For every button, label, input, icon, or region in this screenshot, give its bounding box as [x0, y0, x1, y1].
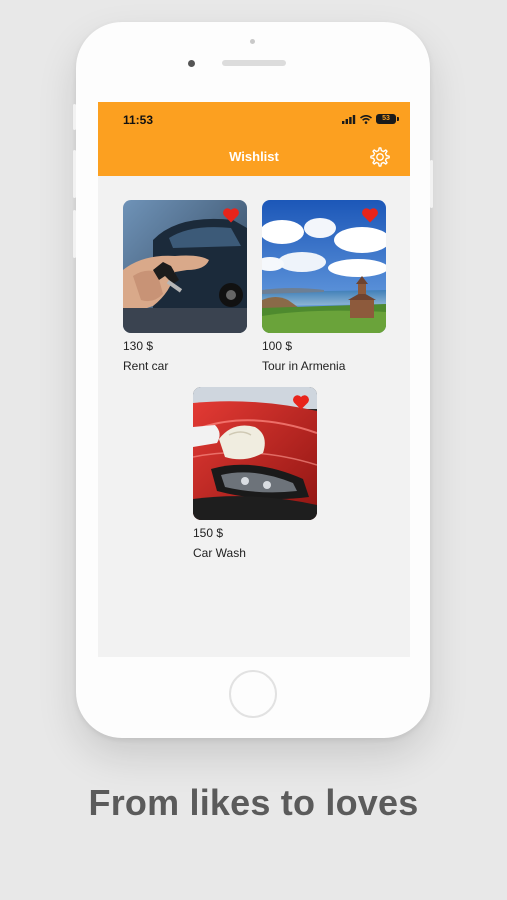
status-icons: 53 [342, 114, 399, 124]
promo-tagline: From likes to loves [88, 782, 419, 823]
status-time: 11:53 [123, 113, 154, 127]
wishlist-card-rent-car[interactable]: 130 $ Rent car [123, 200, 247, 373]
phone-mute-switch [73, 104, 76, 130]
app-screen: 11:53 53 Wishlist 130 $ Rent car 100 $ T… [98, 102, 410, 657]
card-title: Tour in Armenia [262, 359, 346, 373]
phone-speaker [222, 60, 286, 66]
heart-icon[interactable] [222, 207, 240, 223]
card-image[interactable] [123, 200, 247, 333]
wishlist-card-tour-armenia[interactable]: 100 $ Tour in Armenia [262, 200, 386, 373]
gear-icon[interactable] [367, 145, 391, 169]
phone-volume-down [73, 210, 76, 258]
battery-icon: 53 [376, 114, 399, 124]
phone-power-button [430, 160, 433, 208]
phone-volume-up [73, 150, 76, 198]
card-image[interactable] [193, 387, 317, 520]
phone-sensor [250, 39, 255, 44]
page-title: Wishlist [229, 149, 279, 164]
card-price: 150 $ [193, 526, 224, 540]
card-price: 100 $ [262, 339, 293, 353]
card-price: 130 $ [123, 339, 154, 353]
card-image[interactable] [262, 200, 386, 333]
card-title: Car Wash [193, 546, 246, 560]
wishlist-card-car-wash[interactable]: 150 $ Car Wash [193, 387, 317, 560]
signal-icon [342, 114, 356, 124]
heart-icon[interactable] [361, 207, 379, 223]
heart-icon[interactable] [292, 394, 310, 410]
wifi-icon [360, 114, 372, 124]
app-bar: 11:53 53 Wishlist [98, 102, 410, 176]
front-camera [188, 60, 195, 67]
home-button[interactable] [229, 670, 277, 718]
card-title: Rent car [123, 359, 169, 373]
